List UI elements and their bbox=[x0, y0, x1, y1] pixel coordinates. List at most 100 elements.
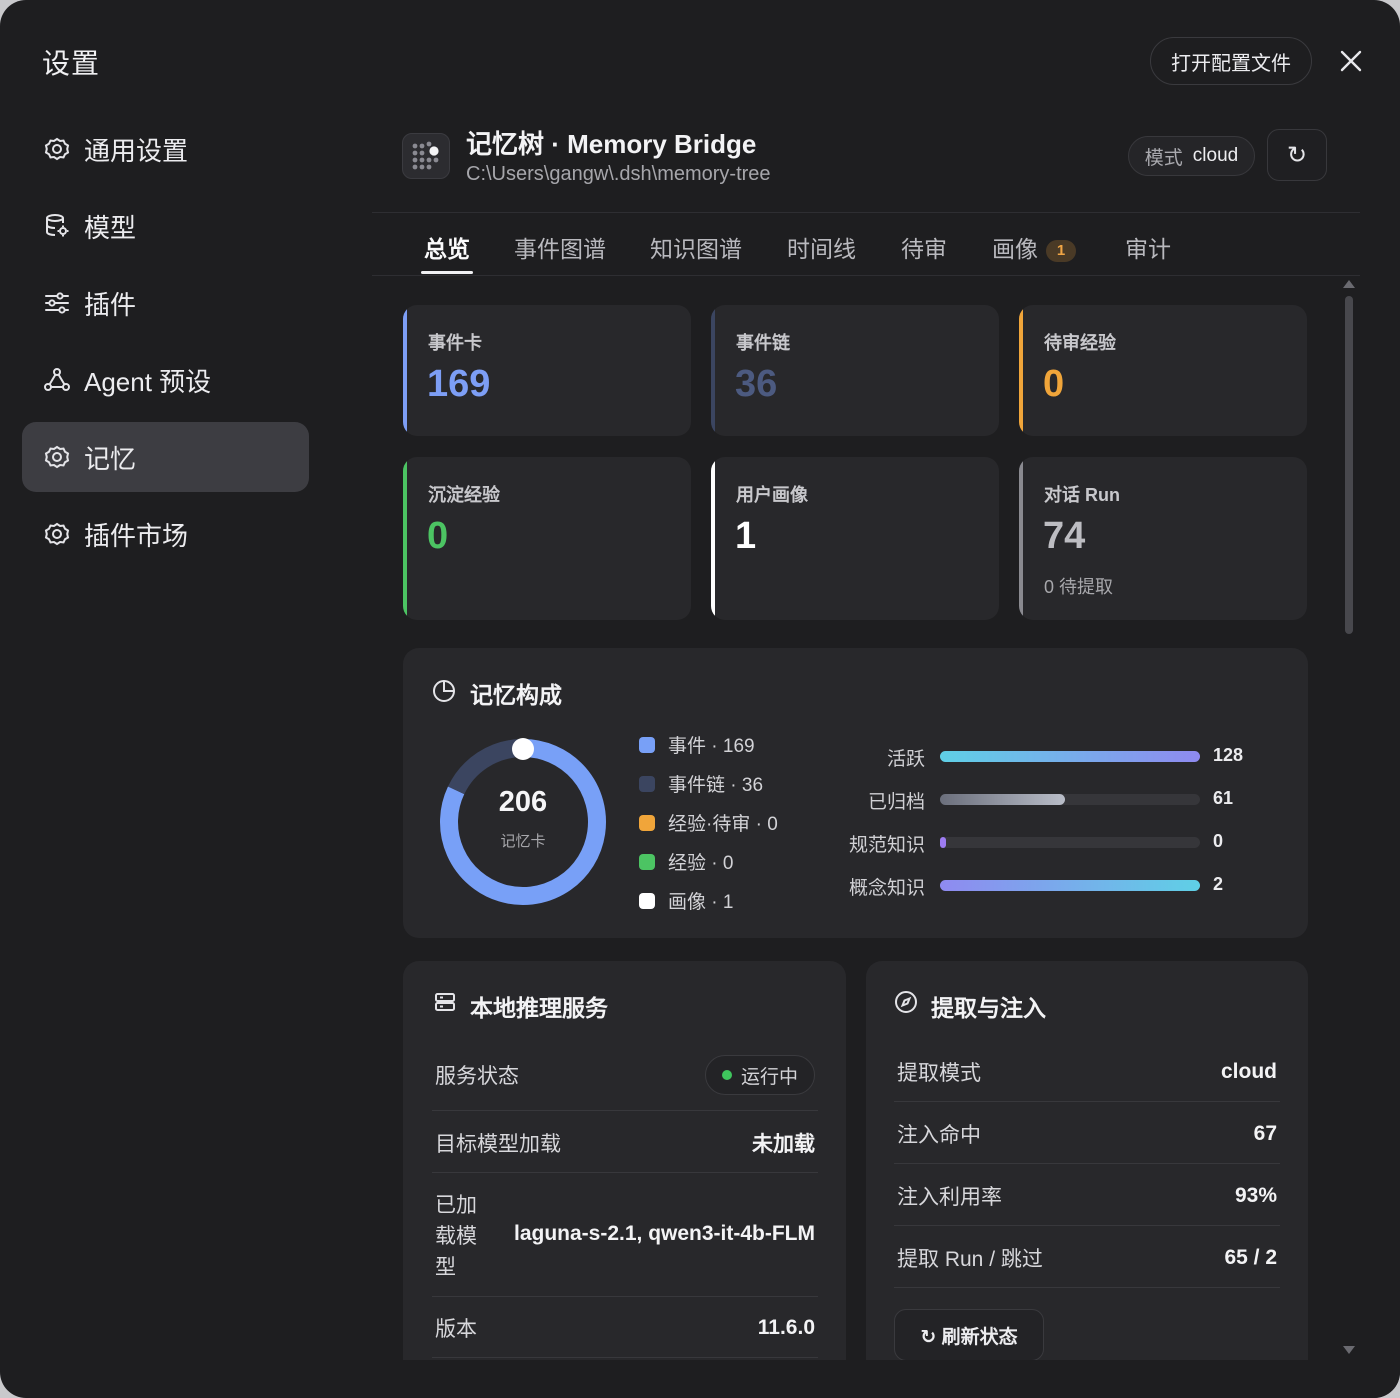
sidebar-item-label: Agent 预设 bbox=[84, 366, 212, 397]
stat-card-user-profile: 用户画像 1 bbox=[711, 457, 999, 620]
sidebar-item-models[interactable]: 模型 bbox=[22, 191, 309, 261]
bar-value: 0 bbox=[1213, 831, 1224, 851]
bar-track bbox=[940, 880, 1200, 891]
sidebar-item-label: 记忆 bbox=[84, 443, 137, 474]
divider bbox=[432, 1357, 818, 1358]
accent-bar bbox=[711, 457, 715, 620]
stat-label: 事件链 bbox=[736, 333, 790, 353]
stat-label: 对话 Run bbox=[1044, 485, 1120, 505]
refresh-button[interactable]: ↻ bbox=[1267, 129, 1327, 181]
bar-value: 2 bbox=[1213, 874, 1224, 894]
count-badge: 1 bbox=[1046, 240, 1076, 262]
mode-value: cloud bbox=[1192, 145, 1239, 166]
legend-swatch bbox=[639, 736, 655, 753]
gear-icon bbox=[42, 519, 72, 549]
extraction-mode-row: 提取模式 cloud bbox=[897, 1055, 1277, 1089]
legend-label: 经验·待审 · 0 bbox=[668, 814, 778, 835]
legend-label: 事件链 · 36 bbox=[668, 775, 764, 796]
legend-item: 事件链 · 36 bbox=[639, 770, 763, 797]
legend-item: 事件 · 169 bbox=[639, 731, 755, 758]
legend-item: 经验·待审 · 0 bbox=[639, 809, 778, 836]
legend-label: 经验 · 0 bbox=[668, 853, 734, 874]
stat-card-settled-experience: 沉淀经验 0 bbox=[403, 457, 691, 620]
tab-knowledge-graph[interactable]: 知识图谱 bbox=[650, 230, 742, 264]
stat-value: 0 bbox=[427, 515, 449, 557]
divider bbox=[432, 1296, 818, 1297]
sidebar-item-agent-presets[interactable]: Agent 预设 bbox=[22, 345, 309, 415]
mode-badge: 模式 cloud bbox=[1128, 136, 1255, 176]
key-line: 已加 bbox=[435, 1194, 477, 1217]
bar-label: 活跃 bbox=[886, 749, 925, 770]
donut-total: 206 bbox=[498, 786, 548, 818]
divider bbox=[432, 1110, 818, 1111]
bar-track bbox=[940, 837, 1200, 848]
agent-network-icon bbox=[42, 365, 72, 395]
stat-label: 用户画像 bbox=[736, 485, 808, 505]
tab-overview[interactable]: 总览 bbox=[424, 230, 470, 264]
version-row: 版本 11.6.0 bbox=[435, 1311, 815, 1345]
row-key: 服务状态 bbox=[435, 1065, 519, 1088]
service-status-row: 服务状态 运行中 bbox=[435, 1054, 815, 1096]
database-icon bbox=[42, 211, 72, 241]
row-key: 注入利用率 bbox=[897, 1186, 1002, 1209]
sidebar-item-plugin-market[interactable]: 插件市场 bbox=[22, 499, 309, 569]
stat-card-pending-experience: 待审经验 0 bbox=[1019, 305, 1307, 436]
sidebar-item-general[interactable]: 通用设置 bbox=[22, 114, 309, 184]
tab-event-graph[interactable]: 事件图谱 bbox=[514, 230, 606, 264]
stat-card-event-chains: 事件链 36 bbox=[711, 305, 999, 436]
row-value: 未加载 bbox=[752, 1133, 815, 1156]
local-service-title: 本地推理服务 bbox=[470, 995, 608, 1021]
tab-profile[interactable]: 画像 1 bbox=[992, 230, 1076, 264]
legend-swatch bbox=[639, 775, 655, 792]
stat-value: 74 bbox=[1043, 515, 1086, 557]
stat-card-events: 事件卡 169 bbox=[403, 305, 691, 436]
stat-card-conversation-runs: 对话 Run 74 0 待提取 bbox=[1019, 457, 1307, 620]
gear-icon bbox=[42, 134, 72, 164]
stat-value: 169 bbox=[427, 363, 491, 405]
scroll-down-arrow-icon[interactable] bbox=[1343, 1346, 1355, 1354]
open-config-button[interactable]: 打开配置文件 bbox=[1150, 37, 1312, 85]
status-bar-row: 已归档 61 bbox=[840, 787, 1260, 813]
tab-audit[interactable]: 审计 bbox=[1125, 230, 1171, 264]
scroll-clip bbox=[372, 1360, 1400, 1398]
module-path: C:\Users\gangw\.dsh\memory-tree bbox=[466, 163, 771, 185]
row-key: 目标模型加载 bbox=[435, 1133, 561, 1156]
divider bbox=[372, 275, 1360, 276]
bar-fill bbox=[940, 751, 1200, 762]
scroll-up-arrow-icon[interactable] bbox=[1343, 280, 1355, 288]
memory-tree-app-icon bbox=[402, 133, 450, 179]
key-line: 载模 bbox=[435, 1225, 477, 1248]
refresh-status-button[interactable]: ↻ 刷新状态 bbox=[894, 1309, 1044, 1361]
sidebar-item-label: 模型 bbox=[84, 212, 137, 243]
donut-marker bbox=[512, 738, 534, 760]
target-model-row: 目标模型加载 未加载 bbox=[435, 1126, 815, 1160]
close-icon[interactable] bbox=[1336, 46, 1366, 76]
bar-label: 已归档 bbox=[867, 792, 925, 813]
divider bbox=[432, 1172, 818, 1173]
stat-label: 沉淀经验 bbox=[428, 485, 500, 505]
row-value: 65 / 2 bbox=[1224, 1246, 1277, 1269]
stat-label: 待审经验 bbox=[1044, 333, 1116, 353]
divider bbox=[372, 212, 1360, 213]
composition-title: 记忆构成 bbox=[470, 682, 562, 708]
settings-window: 设置 打开配置文件 通用设置 模型 插件 Agent 预设 记忆 插件市场 记忆… bbox=[0, 0, 1400, 1398]
sidebar-item-plugins[interactable]: 插件 bbox=[22, 268, 309, 338]
row-value: 67 bbox=[1253, 1122, 1277, 1145]
sidebar-item-memory[interactable]: 记忆 bbox=[22, 422, 309, 492]
loaded-models-key: 已加 载模 型 bbox=[435, 1190, 477, 1283]
row-value: 93% bbox=[1234, 1184, 1277, 1207]
tab-timeline[interactable]: 时间线 bbox=[787, 230, 856, 264]
bar-fill bbox=[940, 880, 1200, 891]
loaded-models-value: laguna-s-2.1, qwen3-it-4b-FLM bbox=[513, 1222, 815, 1245]
sidebar-item-label: 通用设置 bbox=[84, 135, 189, 166]
stat-value: 0 bbox=[1043, 363, 1065, 405]
module-title: 记忆树 · Memory Bridge bbox=[466, 129, 757, 159]
bar-label: 概念知识 bbox=[848, 878, 925, 899]
divider bbox=[894, 1163, 1280, 1164]
sliders-icon bbox=[42, 288, 72, 318]
accent-bar bbox=[1019, 305, 1023, 436]
scrollbar-thumb[interactable] bbox=[1345, 296, 1353, 634]
divider bbox=[894, 1287, 1280, 1288]
stat-subtext: 0 待提取 bbox=[1044, 577, 1114, 597]
tab-pending-review[interactable]: 待审 bbox=[901, 230, 947, 264]
